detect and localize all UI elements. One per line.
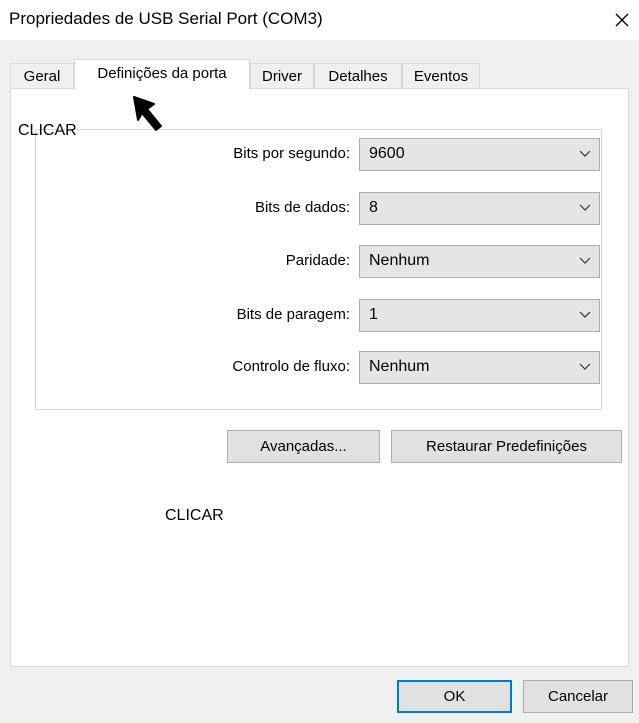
dialog-body: Geral Definições da porta Driver Detalhe… [0,40,639,723]
middle-click-annotation: CLICAR [165,507,224,524]
flow-control-value: Nenhum [369,358,430,375]
mouse-pointer-icon [133,96,162,131]
cancel-button[interactable]: Cancelar [523,680,633,713]
restore-defaults-button[interactable]: Restaurar Predefinições [391,430,622,463]
close-icon [615,13,629,27]
top-click-annotation: CLICAR [18,122,77,139]
data-bits-label: Bits de dados: [254,199,350,216]
bits-per-second-label: Bits por segundo: [233,145,350,162]
flow-control-label: Controlo de fluxo: [232,358,350,375]
data-bits-value: 8 [369,199,378,216]
chevron-down-icon [579,363,591,370]
bits-per-second-select[interactable]: 9600 [359,138,600,171]
data-bits-select[interactable]: 8 [359,192,600,225]
parity-value: Nenhum [369,252,430,269]
tab-port-settings[interactable]: Definições da porta [74,59,250,90]
window-title: Propriedades de USB Serial Port (COM3) [9,9,323,28]
chevron-down-icon [579,204,591,211]
title-bar: Propriedades de USB Serial Port (COM3) [0,0,639,40]
close-button[interactable] [608,6,636,34]
chevron-down-icon [579,311,591,318]
parity-select[interactable]: Nenhum [359,245,600,278]
tab-details[interactable]: Detalhes [314,63,402,89]
chevron-down-icon [579,257,591,264]
chevron-down-icon [579,150,591,157]
tab-driver[interactable]: Driver [250,63,314,89]
stop-bits-label: Bits de paragem: [236,306,350,323]
stop-bits-select[interactable]: 1 [359,299,600,332]
flow-control-select[interactable]: Nenhum [359,351,600,384]
advanced-button[interactable]: Avançadas... [227,430,380,463]
properties-dialog: Propriedades de USB Serial Port (COM3) G… [0,0,639,723]
parity-label: Paridade: [285,252,350,269]
tab-events[interactable]: Eventos [402,63,480,89]
tab-geral[interactable]: Geral [10,63,74,89]
bits-per-second-value: 9600 [369,145,405,162]
ok-button[interactable]: OK [397,680,512,713]
port-settings-panel: Bits por segundo: 9600 Bits de dados: 8 … [10,88,629,667]
stop-bits-value: 1 [369,306,378,323]
